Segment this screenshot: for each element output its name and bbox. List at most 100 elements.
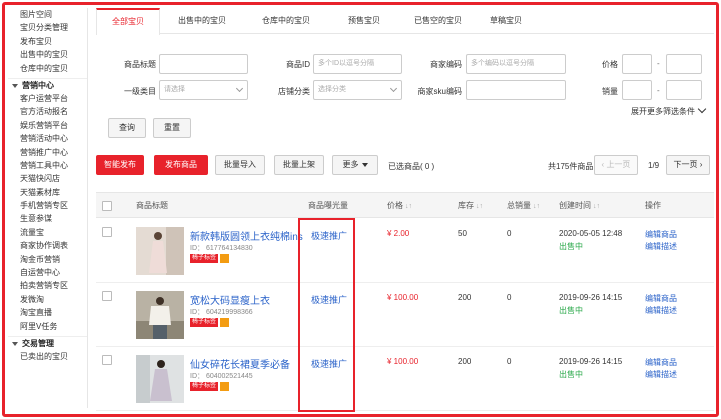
table-header: 商品标题 商品曝光量 价格 ↓↑ 库存 ↓↑ 总销量 ↓↑ 创建时间 ↓↑ 操作 <box>96 192 714 218</box>
sales-max-input[interactable] <box>666 80 702 100</box>
sidebar-item[interactable]: 手机营销专区 <box>8 199 87 212</box>
sidebar-item[interactable]: 娱乐营销平台 <box>8 119 87 132</box>
tab-presale[interactable]: 预售宝贝 <box>334 8 394 34</box>
edit-description-link[interactable]: 编辑描述 <box>645 241 677 252</box>
sidebar-item[interactable]: 客户运营平台 <box>8 92 87 105</box>
shop-category-label: 店铺分类 <box>278 87 310 96</box>
price-value: ¥ 100.00 <box>387 357 419 366</box>
sku-code-input[interactable] <box>466 80 566 100</box>
product-id: ID： 604219998366 <box>190 309 253 316</box>
product-tag-badge: 椅子标签 <box>190 254 219 263</box>
sidebar-item[interactable]: 商家协作调表 <box>8 239 87 252</box>
next-page-button[interactable]: 下一页 › <box>666 155 710 175</box>
id-label: 商品ID <box>286 60 310 69</box>
table-row: 仙女碎花长裙夏季必备 ID： 604002521445 椅子标签 极速推广 ¥ … <box>96 347 714 411</box>
tab-sold-out[interactable]: 已售空的宝贝 <box>402 8 474 34</box>
stock-value: 200 <box>458 293 472 302</box>
header-sales[interactable]: 总销量 ↓↑ <box>507 193 540 219</box>
tab-all[interactable]: 全部宝贝 <box>96 8 160 35</box>
edit-product-link[interactable]: 编辑商品 <box>645 357 677 368</box>
main-content: 全部宝贝 出售中的宝贝 仓库中的宝贝 预售宝贝 已售空的宝贝 草稿宝贝 商品标题… <box>96 8 714 412</box>
row-checkbox[interactable] <box>102 291 112 301</box>
sidebar-item[interactable]: 自运营中心 <box>8 266 87 279</box>
sidebar-item-warehouse[interactable]: 仓库中的宝贝 <box>8 62 87 75</box>
triangle-down-icon <box>361 162 368 167</box>
sidebar-item[interactable]: 淘宝直播 <box>8 306 87 319</box>
batch-import-button[interactable]: 批量导入 <box>215 155 265 175</box>
code-label: 商家编码 <box>430 60 462 69</box>
sidebar-item[interactable]: 生意参谋 <box>8 212 87 225</box>
sidebar-item[interactable]: 营销推广中心 <box>8 146 87 159</box>
category-label: 一级类目 <box>124 87 156 96</box>
prev-page-button[interactable]: ‹ 上一页 <box>594 155 638 175</box>
id-input[interactable]: 多个ID以逗号分隔 <box>313 54 402 74</box>
reset-button[interactable]: 重置 <box>153 118 191 138</box>
sidebar-item[interactable]: 天猫素材库 <box>8 186 87 199</box>
title-input[interactable] <box>159 54 248 74</box>
sidebar-item[interactable]: 营销活动中心 <box>8 132 87 145</box>
code-input[interactable]: 多个编码以逗号分隔 <box>466 54 566 74</box>
product-title-link[interactable]: 宽松大码显瘦上衣 <box>190 292 270 307</box>
edit-product-link[interactable]: 编辑商品 <box>645 229 677 240</box>
sidebar-item[interactable]: 阿里V任务 <box>8 320 87 333</box>
collapse-triangle-icon <box>12 83 18 88</box>
edit-description-link[interactable]: 编辑描述 <box>645 305 677 316</box>
category-select[interactable]: 请选择 <box>159 80 248 100</box>
shop-category-select[interactable]: 选择分类 <box>313 80 402 100</box>
sidebar-item-publish[interactable]: 发布宝贝 <box>8 35 87 48</box>
sidebar-item-category-manage[interactable]: 宝贝分类管理 <box>8 21 87 34</box>
smart-publish-button[interactable]: 智能发布 <box>96 155 144 175</box>
query-button[interactable]: 查询 <box>108 118 146 138</box>
sidebar-item-image-space[interactable]: 图片空间 <box>8 8 87 21</box>
chevron-down-icon <box>697 104 707 114</box>
sidebar-group-marketing[interactable]: 营销中心 <box>8 77 87 92</box>
more-filters-toggle[interactable]: 展开更多筛选条件 <box>631 104 707 117</box>
header-created[interactable]: 创建时间 ↓↑ <box>559 193 600 219</box>
sidebar-item-sold[interactable]: 已卖出的宝贝 <box>8 350 87 363</box>
edit-description-link[interactable]: 编辑描述 <box>645 369 677 380</box>
header-actions: 操作 <box>645 201 661 210</box>
product-id: ID： 604002521445 <box>190 373 253 380</box>
price-label: 价格 <box>602 60 618 69</box>
header-price[interactable]: 价格 ↓↑ <box>387 193 412 219</box>
tab-bar: 全部宝贝 出售中的宝贝 仓库中的宝贝 预售宝贝 已售空的宝贝 草稿宝贝 <box>96 8 714 35</box>
select-all-checkbox[interactable] <box>102 201 112 211</box>
price-max-input[interactable] <box>666 54 702 74</box>
status-badge: 出售中 <box>559 370 583 379</box>
sidebar-item[interactable]: 天猫快闪店 <box>8 172 87 185</box>
tab-draft[interactable]: 草稿宝贝 <box>476 8 536 34</box>
title-label: 商品标题 <box>124 60 156 69</box>
sort-icon: ↓↑ <box>533 203 540 210</box>
sidebar-item[interactable]: 发微淘 <box>8 293 87 306</box>
row-checkbox[interactable] <box>102 227 112 237</box>
sidebar-item[interactable]: 官方活动报名 <box>8 105 87 118</box>
edit-product-link[interactable]: 编辑商品 <box>645 293 677 304</box>
batch-list-button[interactable]: 批量上架 <box>274 155 324 175</box>
product-thumbnail[interactable] <box>136 355 184 403</box>
tab-on-sale[interactable]: 出售中的宝贝 <box>168 8 236 34</box>
tab-warehouse[interactable]: 仓库中的宝贝 <box>250 8 322 34</box>
exposure-column-highlight <box>298 218 355 412</box>
product-thumbnail[interactable] <box>136 227 184 275</box>
sales-value: 0 <box>507 357 512 366</box>
sidebar-item[interactable]: 淘金币营销 <box>8 253 87 266</box>
sidebar: 图片空间 宝贝分类管理 发布宝贝 出售中的宝贝 仓库中的宝贝 营销中心 客户运营… <box>8 8 88 408</box>
sidebar-item[interactable]: 流量宝 <box>8 226 87 239</box>
product-thumbnail[interactable] <box>136 291 184 339</box>
product-title-link[interactable]: 仙女碎花长裙夏季必备 <box>190 356 290 371</box>
sidebar-item-on-sale[interactable]: 出售中的宝贝 <box>8 48 87 61</box>
row-checkbox[interactable] <box>102 355 112 365</box>
price-value: ¥ 100.00 <box>387 293 419 302</box>
created-time: 2019-09-26 14:15 <box>559 357 623 366</box>
product-title-link[interactable]: 新款韩版圆领上衣纯棉ins <box>190 228 303 243</box>
sales-min-input[interactable] <box>622 80 652 100</box>
price-min-input[interactable] <box>622 54 652 74</box>
table-row: 宽松大码显瘦上衣 ID： 604219998366 椅子标签 极速推广 ¥ 10… <box>96 283 714 347</box>
sidebar-item[interactable]: 营销工具中心 <box>8 159 87 172</box>
publish-button[interactable]: 发布商品 <box>154 155 208 175</box>
header-stock[interactable]: 库存 ↓↑ <box>458 193 483 219</box>
sidebar-item[interactable]: 拍卖营销专区 <box>8 279 87 292</box>
status-badge: 出售中 <box>559 306 583 315</box>
more-button[interactable]: 更多 <box>332 155 378 175</box>
sidebar-group-trade[interactable]: 交易管理 <box>8 335 87 350</box>
